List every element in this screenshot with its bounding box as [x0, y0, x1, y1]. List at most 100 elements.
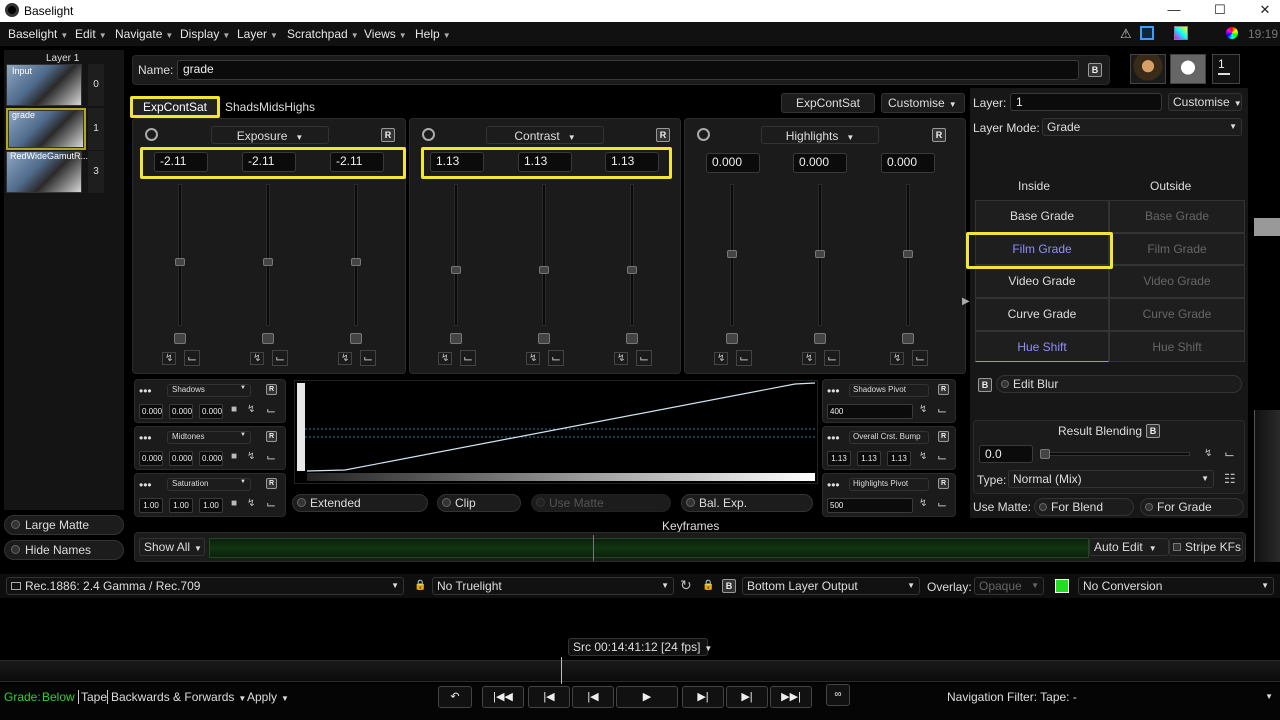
- inside-curve-grade[interactable]: Curve Grade: [975, 298, 1109, 331]
- exposure-value-3[interactable]: -2.11: [330, 152, 384, 172]
- highlights-dropdown[interactable]: Highlights ▼: [761, 126, 879, 144]
- key-icon[interactable]: ↯: [714, 352, 729, 365]
- undo-icon[interactable]: ↶: [438, 686, 472, 708]
- close-icon[interactable]: ✕: [1245, 2, 1280, 18]
- timeline-track[interactable]: [0, 660, 1280, 682]
- curve-icon[interactable]: ⌙: [266, 450, 276, 464]
- name-b-button[interactable]: B: [1088, 63, 1102, 77]
- blend-slider[interactable]: [1040, 452, 1190, 456]
- color-wheel-icon[interactable]: [1226, 27, 1238, 39]
- highlights-value-3[interactable]: 0.000: [881, 153, 935, 173]
- navigation-filter-dropdown[interactable]: Navigation Filter: Tape: - ▼: [947, 690, 1273, 704]
- crst-bump-dropdown[interactable]: Overall Crst. Bump: [849, 431, 929, 444]
- key-icon[interactable]: ↯: [247, 404, 255, 415]
- contrast-value-1[interactable]: 1.13: [430, 152, 484, 172]
- crst-bump-value-2[interactable]: 1.13: [857, 451, 881, 466]
- crst-bump-value-1[interactable]: 1.13: [827, 451, 851, 466]
- key-icon[interactable]: ↯: [250, 352, 265, 365]
- layer-item-selected[interactable]: grade: [6, 108, 86, 150]
- go-to-end-icon[interactable]: ▶▶|: [770, 686, 812, 708]
- edit-blur-toggle[interactable]: Edit Blur: [996, 375, 1242, 393]
- expand-arrow-icon[interactable]: ▶: [962, 296, 970, 307]
- highlights-value-2[interactable]: 0.000: [793, 153, 847, 173]
- slider-track[interactable]: [266, 184, 270, 326]
- curve-icon[interactable]: ⌙: [937, 403, 947, 417]
- outside-hue-shift[interactable]: Hue Shift: [1109, 331, 1245, 362]
- portrait-icon[interactable]: [1130, 54, 1166, 84]
- inside-hue-shift[interactable]: Hue Shift: [975, 331, 1109, 362]
- curve-icon[interactable]: ⌙: [824, 350, 841, 366]
- highlights-pivot-dropdown[interactable]: Highlights Pivot: [849, 478, 929, 491]
- slider-knob[interactable]: [175, 258, 185, 266]
- grade-value[interactable]: Below: [42, 690, 75, 704]
- midtones-dropdown[interactable]: Midtones ▼: [167, 431, 251, 444]
- key-icon[interactable]: ↯: [526, 352, 541, 365]
- slider-knob[interactable]: [263, 258, 273, 266]
- slider-reset-knob[interactable]: [902, 333, 914, 344]
- lock-icon[interactable]: ■: [231, 498, 237, 509]
- slider-track[interactable]: [178, 184, 182, 326]
- contrast-value-2[interactable]: 1.13: [518, 152, 572, 172]
- curve-icon[interactable]: ⌙: [360, 350, 377, 366]
- curve-icon[interactable]: ⌙: [548, 350, 565, 366]
- step-back-icon[interactable]: |◀: [572, 686, 614, 708]
- key-icon[interactable]: ↯: [919, 498, 927, 509]
- hierarchy-icon[interactable]: ☷: [1224, 471, 1236, 487]
- extended-toggle[interactable]: Extended: [292, 494, 428, 512]
- tab-shadsmidshighs[interactable]: ShadsMidsHighs: [225, 100, 315, 114]
- slider-knob[interactable]: [627, 266, 637, 274]
- more-icon[interactable]: •••: [827, 431, 840, 445]
- slider-track[interactable]: [630, 184, 634, 326]
- more-icon[interactable]: •••: [827, 478, 840, 492]
- for-grade-toggle[interactable]: For Grade: [1140, 498, 1244, 516]
- highlights-value-1[interactable]: 0.000: [706, 153, 760, 173]
- curve-icon[interactable]: ⌙: [937, 497, 947, 511]
- key-icon[interactable]: ↯: [1204, 448, 1212, 459]
- name-input[interactable]: grade: [177, 60, 1079, 80]
- conversion-dropdown[interactable]: No Conversion ▼: [1078, 577, 1274, 595]
- direction-dropdown[interactable]: Backwards & Forwards ▼: [107, 690, 246, 704]
- curve-icon[interactable]: ⌙: [184, 350, 201, 366]
- overlay-dropdown[interactable]: Opaque ▼: [974, 577, 1044, 595]
- warning-icon[interactable]: ⚠: [1120, 26, 1132, 42]
- highlights-pivot-value[interactable]: 500: [827, 498, 913, 513]
- output-dropdown[interactable]: Bottom Layer Output ▼: [742, 577, 920, 595]
- tape-link[interactable]: Tape: [78, 690, 107, 704]
- exposure-value-1[interactable]: -2.11: [154, 152, 208, 172]
- slider-knob[interactable]: [815, 250, 825, 258]
- menu-edit[interactable]: Edit ▼: [75, 27, 107, 41]
- exposure-value-2[interactable]: -2.11: [242, 152, 296, 172]
- slider-knob[interactable]: [451, 266, 461, 274]
- slider-track[interactable]: [454, 184, 458, 326]
- crst-bump-value-3[interactable]: 1.13: [887, 451, 911, 466]
- midtones-value-3[interactable]: 0.000: [199, 451, 223, 466]
- show-all-dropdown[interactable]: Show All ▼: [139, 538, 205, 556]
- lock-icon[interactable]: 🔒: [702, 580, 714, 591]
- monitor-icon[interactable]: [1140, 26, 1154, 40]
- curve-icon[interactable]: ⌙: [266, 497, 276, 511]
- shadows-value-1[interactable]: 0.000: [139, 404, 163, 419]
- shadows-pivot-dropdown[interactable]: Shadows Pivot: [849, 384, 929, 397]
- lock-icon[interactable]: ■: [231, 404, 237, 415]
- key-icon[interactable]: ↯: [919, 404, 927, 415]
- hide-names-toggle[interactable]: Hide Names: [4, 540, 124, 560]
- key-icon[interactable]: ↯: [338, 352, 353, 365]
- curve-icon[interactable]: ⌙: [272, 350, 289, 366]
- large-matte-toggle[interactable]: Large Matte: [4, 515, 124, 535]
- tab-expcontsat[interactable]: ExpContSat: [130, 96, 220, 118]
- slider-reset-knob[interactable]: [262, 333, 274, 344]
- saturation-value-1[interactable]: 1.00: [139, 498, 163, 513]
- slider-reset-knob[interactable]: [538, 333, 550, 344]
- inside-base-grade[interactable]: Base Grade: [975, 200, 1109, 233]
- go-to-start-icon[interactable]: |◀◀: [482, 686, 524, 708]
- crst-bump-r-button[interactable]: R: [938, 431, 949, 442]
- outside-curve-grade[interactable]: Curve Grade: [1109, 298, 1245, 331]
- curve-icon[interactable]: ⌙: [636, 350, 653, 366]
- shadows-r-button[interactable]: R: [266, 384, 277, 395]
- saturation-r-button[interactable]: R: [266, 478, 277, 489]
- saturation-value-2[interactable]: 1.00: [169, 498, 193, 513]
- silhouette-icon[interactable]: [1170, 54, 1206, 84]
- slider-reset-knob[interactable]: [626, 333, 638, 344]
- type-dropdown[interactable]: Normal (Mix) ▼: [1008, 470, 1214, 488]
- slider-knob[interactable]: [351, 258, 361, 266]
